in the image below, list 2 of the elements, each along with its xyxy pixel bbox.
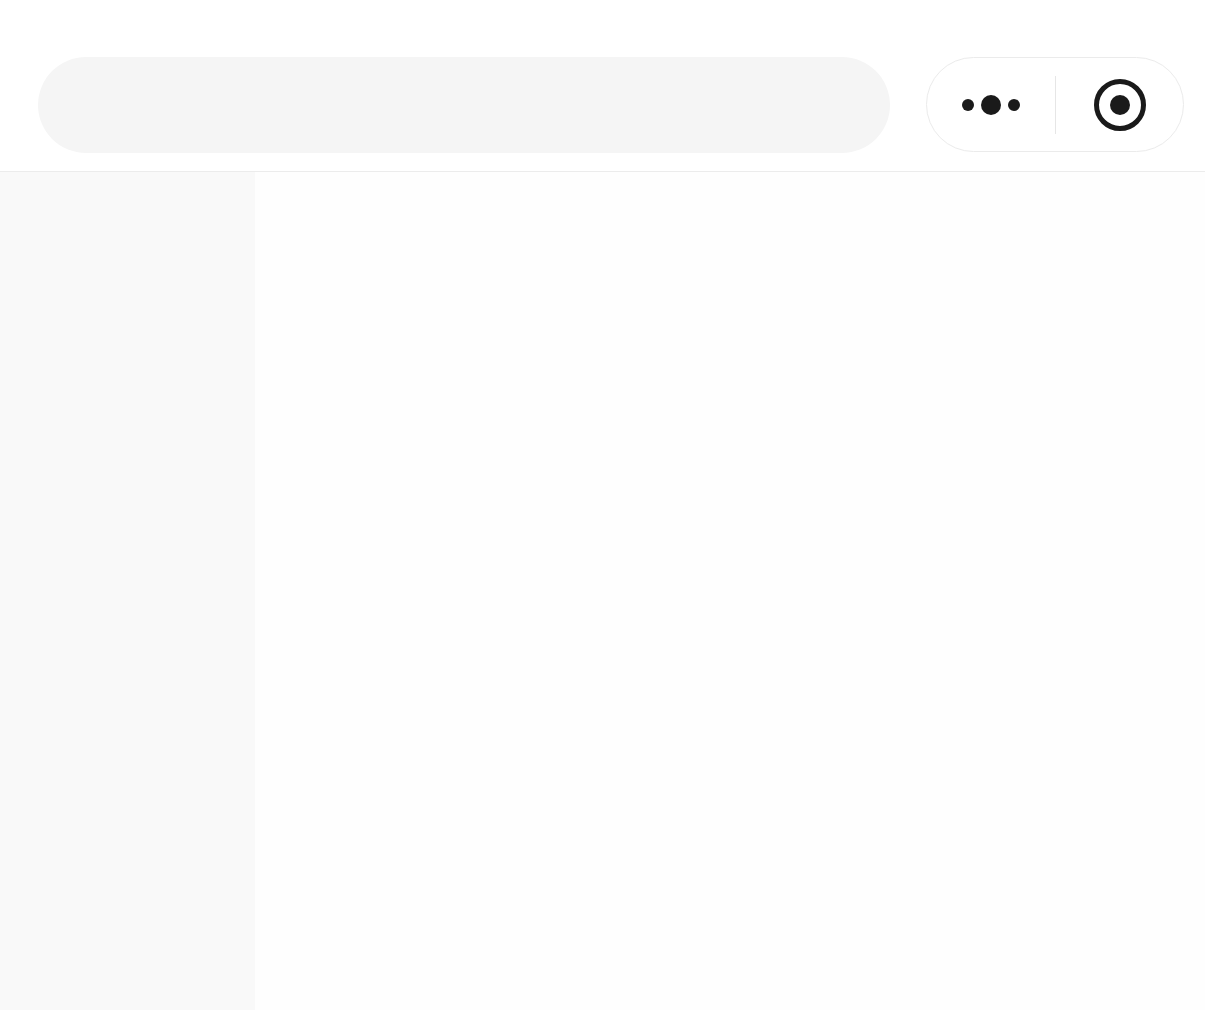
target-icon xyxy=(1094,78,1146,131)
more-icon xyxy=(962,93,1020,116)
